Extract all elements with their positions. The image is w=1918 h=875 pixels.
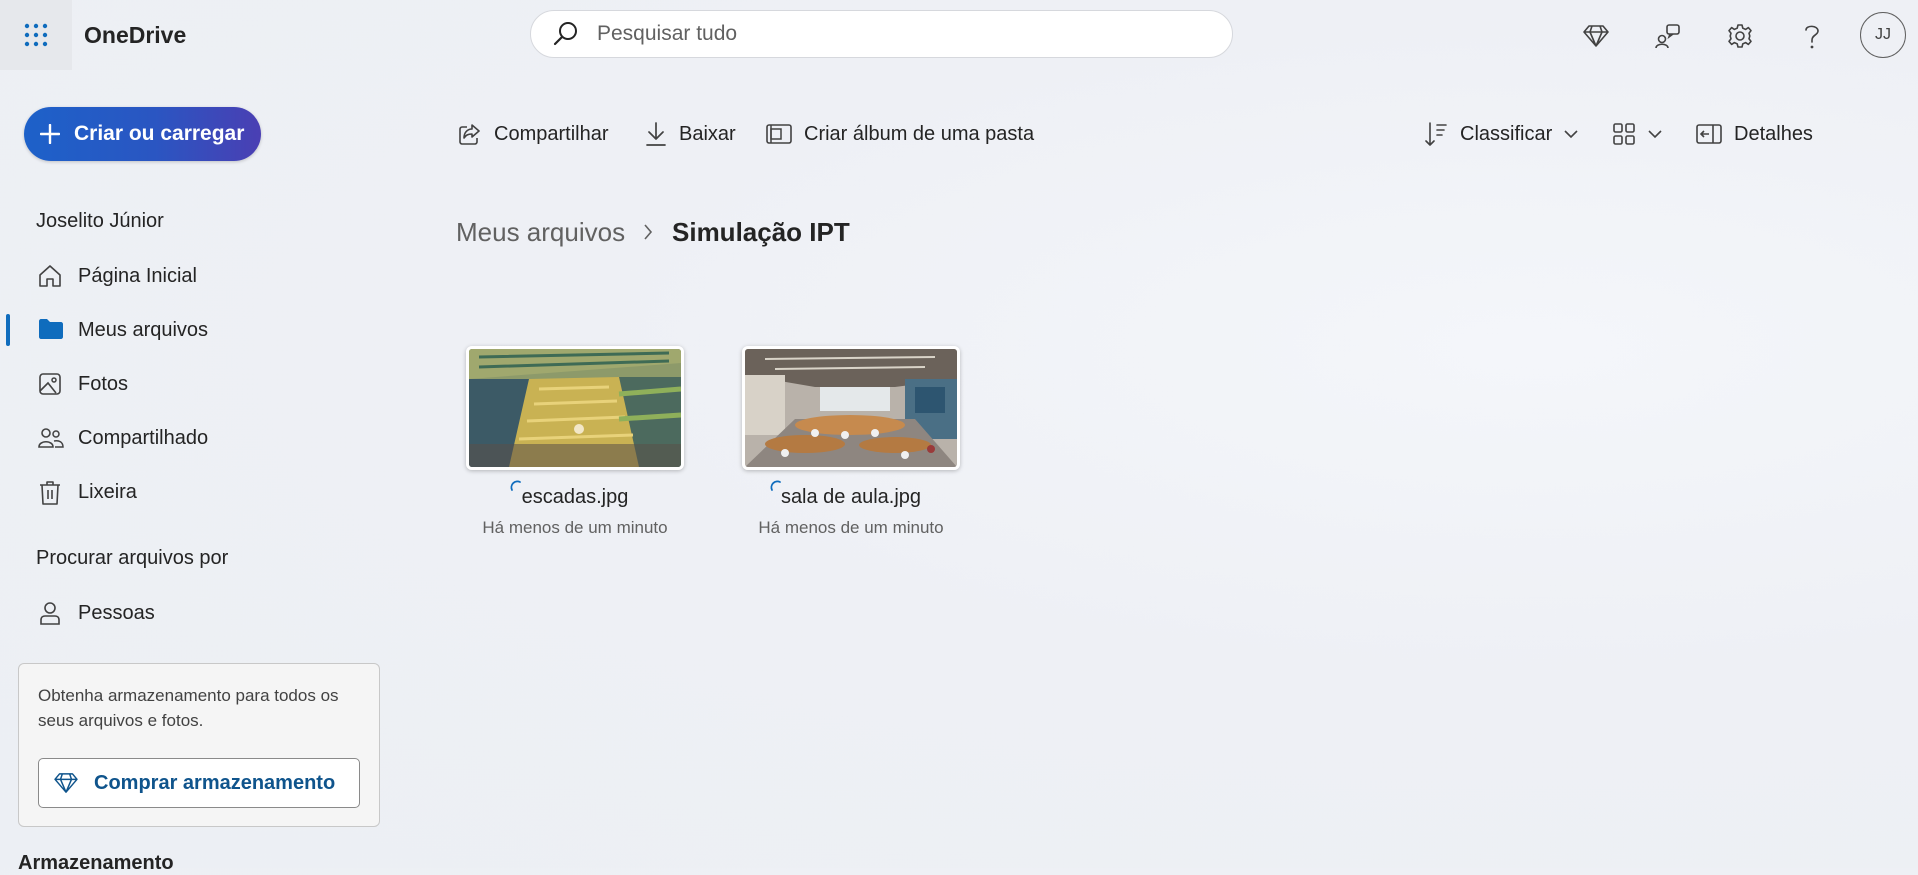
person-icon [38,601,62,625]
trash-icon [38,480,62,506]
breadcrumb-current: Simulação IPT [672,217,850,247]
sidebar-item-label: Meus arquivos [78,318,209,341]
sort-button[interactable]: Classificar [1424,118,1578,150]
create-upload-button[interactable]: Criar ou carregar [24,107,261,161]
chevron-down-icon [1564,129,1578,139]
file-name[interactable]: escadas.jpg [456,486,694,509]
share-button[interactable]: Compartilhar [458,118,608,150]
home-icon [38,264,62,288]
buy-storage-label: Comprar armazenamento [94,771,336,794]
file-tile[interactable]: escadas.jpg Há menos de um minuto [456,344,684,544]
storage-heading: Armazenamento [18,852,174,874]
sidebar-item-trash[interactable]: Lixeira [0,468,360,516]
sidebar-item-shared[interactable]: Compartilhado [0,414,360,462]
file-modified: Há menos de um minuto [482,518,668,537]
buy-storage-button[interactable]: Comprar armazenamento [38,758,360,808]
help-icon [1802,22,1822,50]
file-name[interactable]: sala de aula.jpg [732,486,970,509]
storage-promo-text: Obtenha armazenamento para todos os seus… [38,686,339,730]
image-thumbnail [466,346,684,470]
active-indicator [6,314,10,346]
avatar[interactable]: JJ [1860,12,1906,58]
sidebar-item-label: Página Inicial [78,264,197,287]
grid-view-icon [1612,122,1636,146]
folder-icon [38,318,64,340]
sidebar-item-photos[interactable]: Fotos [0,360,360,408]
premium-button[interactable] [1576,16,1616,56]
download-icon [645,121,667,147]
download-label: Baixar [679,122,736,145]
create-upload-label: Criar ou carregar [74,122,245,145]
chevron-right-icon [642,222,654,242]
file-tile[interactable]: sala de aula.jpg Há menos de um minuto [732,344,960,544]
sidebar-item-label: Compartilhado [78,426,209,449]
breadcrumb-parent[interactable]: Meus arquivos [456,217,625,248]
details-label: Detalhes [1734,122,1813,145]
help-button[interactable] [1792,16,1832,56]
chevron-down-icon [1648,129,1662,139]
sidebar-item-label: Fotos [78,372,129,395]
details-pane-icon [1696,123,1722,145]
sidebar-item-home[interactable]: Página Inicial [0,252,360,300]
app-launcher-button[interactable] [0,0,72,70]
premium-diamond-icon [1583,24,1609,48]
account-name: Joselito Júnior [36,210,164,232]
details-button[interactable]: Detalhes [1696,118,1813,150]
create-album-button[interactable]: Criar álbum de uma pasta [766,118,1034,150]
photos-icon [38,372,62,396]
file-modified: Há menos de um minuto [758,518,944,537]
share-label: Compartilhar [494,122,609,145]
storage-promo-card: Obtenha armazenamento para todos os seus… [18,663,380,827]
premium-diamond-icon [54,772,78,794]
search-input[interactable] [595,21,1199,47]
app-title[interactable]: OneDrive [84,22,186,49]
settings-button[interactable] [1720,16,1760,56]
feedback-icon [1655,23,1681,49]
download-button[interactable]: Baixar [645,118,736,150]
plus-icon [40,124,60,144]
view-options-button[interactable] [1612,118,1662,150]
sidebar-item-label: Pessoas [78,601,155,624]
sort-label: Classificar [1460,122,1553,145]
image-thumbnail [742,346,960,470]
shared-icon [38,426,64,450]
browse-section-heading: Procurar arquivos por [36,547,229,569]
waffle-icon [23,22,49,48]
top-bar: OneDrive JJ [0,0,1918,72]
album-icon [766,123,792,145]
search-icon [553,21,579,47]
search-box[interactable] [530,10,1233,58]
create-album-label: Criar álbum de uma pasta [804,122,1035,145]
sidebar-item-label: Lixeira [78,480,137,503]
sort-icon [1424,121,1448,147]
share-icon [458,122,482,146]
feedback-button[interactable] [1648,16,1688,56]
sidebar-item-people[interactable]: Pessoas [0,589,360,637]
settings-icon [1727,23,1753,49]
sidebar-item-my-files[interactable]: Meus arquivos [0,306,360,354]
